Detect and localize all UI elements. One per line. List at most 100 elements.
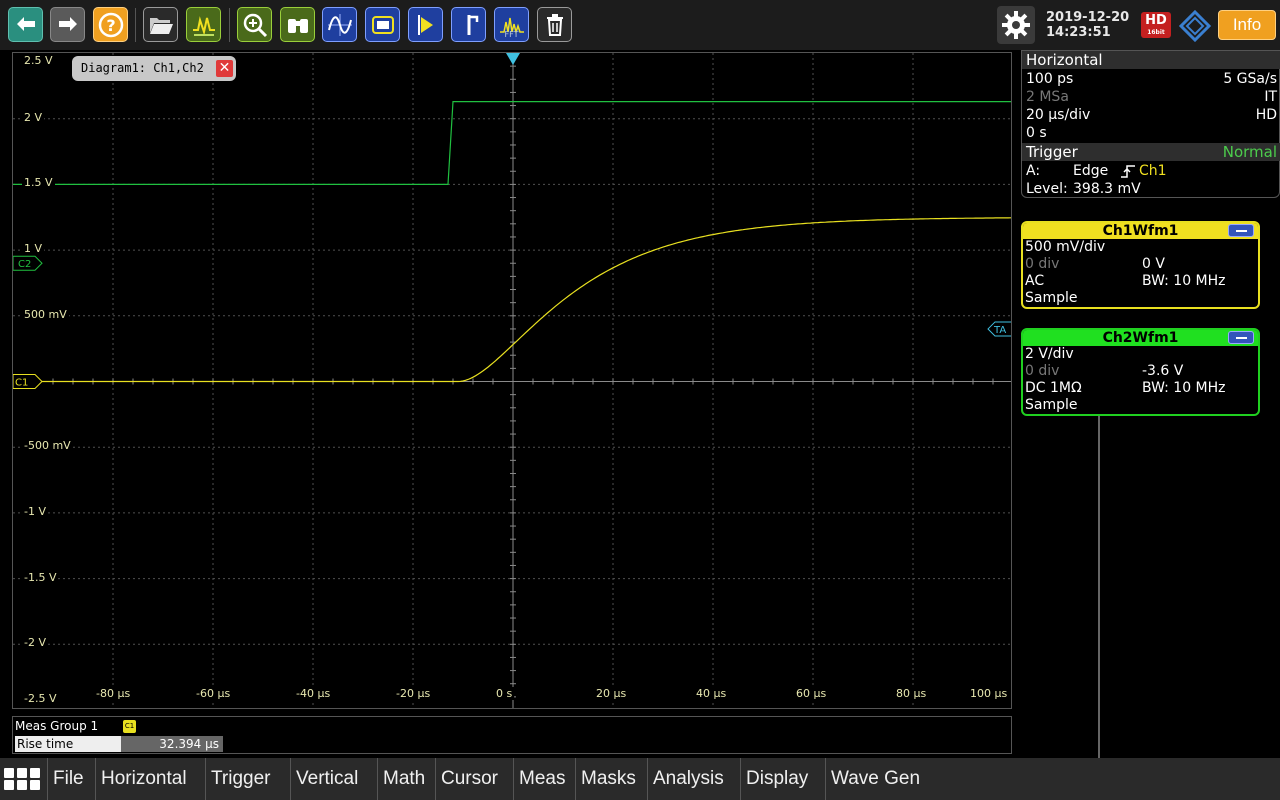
redo-icon [58, 16, 77, 31]
zoom-button[interactable] [237, 7, 272, 42]
ch2-marker-label: C2 [18, 259, 31, 270]
trigger-level-label: TA [993, 325, 1006, 336]
x-axis-label: 60 µs [794, 687, 829, 700]
date-text: 2019-12-20 [1046, 10, 1130, 25]
open-button[interactable] [143, 7, 178, 42]
marker-button[interactable] [451, 7, 486, 42]
ch2-offset: -3.6 V [1142, 363, 1184, 379]
menu-vertical[interactable]: Vertical [290, 758, 363, 800]
horizontal-position-value: 0 s [1026, 125, 1047, 141]
y-axis-label: 1 V [22, 242, 45, 256]
sample-rate-value: 5 GSa/s [1223, 71, 1277, 87]
redo-button[interactable] [50, 7, 85, 42]
y-axis-label: 500 mV [22, 307, 69, 321]
cursor-button[interactable] [408, 7, 443, 42]
trigger-title: Trigger [1026, 143, 1078, 161]
menu-display[interactable]: Display [740, 758, 813, 800]
horizontal-title: Horizontal [1026, 51, 1103, 69]
y-axis-label: -2 V [22, 636, 48, 650]
ch2-waveform-title: Ch2Wfm1 [1102, 330, 1179, 346]
hd-flag: HD [1255, 107, 1277, 123]
time-scale-value: 20 µs/div [1026, 107, 1091, 123]
diagram[interactable]: C2 C1 TA [12, 52, 1012, 709]
meas-name[interactable]: Rise time [15, 736, 121, 752]
rising-edge-icon [1121, 165, 1135, 178]
menu-cursor[interactable]: Cursor [435, 758, 503, 800]
find-button[interactable] [280, 7, 315, 42]
autoset-icon [192, 15, 215, 36]
menu-trigger[interactable]: Trigger [205, 758, 275, 800]
gear-icon [1002, 11, 1030, 39]
x-axis-label: -60 µs [194, 687, 233, 700]
waveform-plot[interactable]: C2 C1 TA [13, 53, 1012, 709]
toolbar: ? FFT 2019-12-20 14:23:51 HD 16bit Info [0, 0, 1280, 50]
y-axis-label: -1.5 V [22, 570, 59, 584]
hd-badge[interactable]: HD 16bit [1141, 12, 1171, 38]
trigger-mode: Normal [1222, 143, 1277, 161]
meas-value: 32.394 µs [121, 736, 223, 752]
waveform-button[interactable] [322, 7, 357, 42]
open-folder-icon [149, 17, 173, 34]
resolution-value: 100 ps [1026, 71, 1074, 87]
find-icon [287, 18, 308, 33]
svg-text:?: ? [106, 16, 115, 35]
x-axis-label: 40 µs [694, 687, 729, 700]
ch2-scale: 2 V/div [1025, 346, 1074, 362]
ch2-coupling: DC 1MΩ [1025, 380, 1082, 396]
diagram-tab[interactable]: Diagram1: Ch1,Ch2 [72, 56, 236, 81]
x-axis-label: 80 µs [894, 687, 929, 700]
menu-bar: File Horizontal Trigger Vertical Math Cu… [0, 758, 1280, 800]
trigger-channel: Ch1 [1139, 163, 1167, 179]
mask-icon [371, 15, 394, 34]
menu-horizontal[interactable]: Horizontal [95, 758, 192, 800]
marker-icon [467, 14, 478, 35]
trigger-position-marker [506, 53, 520, 65]
autoset-button[interactable] [186, 7, 221, 42]
meas-group-panel[interactable]: Meas Group 1 C1 Rise time 32.394 µs [12, 716, 1012, 754]
help-icon: ? [98, 12, 123, 37]
menu-masks[interactable]: Masks [575, 758, 641, 800]
date-time: 2019-12-20 14:23:51 [1046, 10, 1129, 40]
x-axis-label: 20 µs [594, 687, 629, 700]
trigger-source-prefix: A: [1026, 163, 1041, 179]
horizontal-panel[interactable]: Horizontal 100 ps 5 GSa/s 2 MSa IT 20 µs… [1021, 50, 1280, 198]
mask-button[interactable] [365, 7, 400, 42]
y-axis-label: -500 mV [22, 439, 73, 453]
menu-meas[interactable]: Meas [513, 758, 570, 800]
mode-value: IT [1264, 89, 1277, 105]
ch1-bandwidth: BW: 10 MHz [1142, 273, 1226, 289]
undo-button[interactable] [8, 7, 43, 42]
fft-label: FFT [504, 30, 519, 39]
ch2-acquisition: Sample [1025, 397, 1078, 413]
settings-button[interactable] [997, 6, 1035, 44]
ch1-marker-label: C1 [15, 378, 28, 389]
y-axis-label: 1.5 V [22, 176, 55, 190]
time-text: 14:23:51 [1046, 25, 1111, 40]
menu-analysis[interactable]: Analysis [647, 758, 729, 800]
help-button[interactable]: ? [93, 7, 128, 42]
y-axis-label: 2 V [22, 110, 45, 124]
ch1-minimize-button[interactable] [1228, 224, 1254, 237]
hd-label: HD [1145, 13, 1167, 28]
x-axis-label: 0 s [494, 687, 515, 700]
delete-button[interactable] [537, 7, 572, 42]
ch2-position: 0 div [1025, 363, 1060, 379]
ch2-waveform-panel[interactable]: Ch2Wfm1 2 V/div 0 div -3.6 V DC 1MΩ BW: 10… [1021, 328, 1260, 416]
ch2-minimize-button[interactable] [1228, 331, 1254, 344]
menu-file[interactable]: File [47, 758, 89, 800]
y-axis-label: -2.5 V [22, 692, 59, 705]
trigger-level-label: Level: [1026, 181, 1068, 197]
ch2-bandwidth: BW: 10 MHz [1142, 380, 1226, 396]
apps-grid-icon[interactable] [3, 767, 41, 791]
x-axis-label: 100 µs [968, 687, 1010, 700]
trigger-level-value: 398.3 mV [1073, 181, 1141, 197]
info-button[interactable]: Info [1218, 10, 1276, 40]
menu-wave-gen[interactable]: Wave Gen [825, 758, 925, 800]
zoom-icon [243, 13, 267, 37]
fft-button[interactable]: FFT [494, 7, 529, 42]
ch1-acquisition: Sample [1025, 290, 1078, 306]
meas-source-badge: C1 [123, 720, 136, 733]
diagram-close-button[interactable]: ✕ [216, 60, 233, 77]
ch1-waveform-panel[interactable]: Ch1Wfm1 500 mV/div 0 div 0 V AC BW: 10 MHz… [1021, 221, 1260, 309]
menu-math[interactable]: Math [377, 758, 430, 800]
